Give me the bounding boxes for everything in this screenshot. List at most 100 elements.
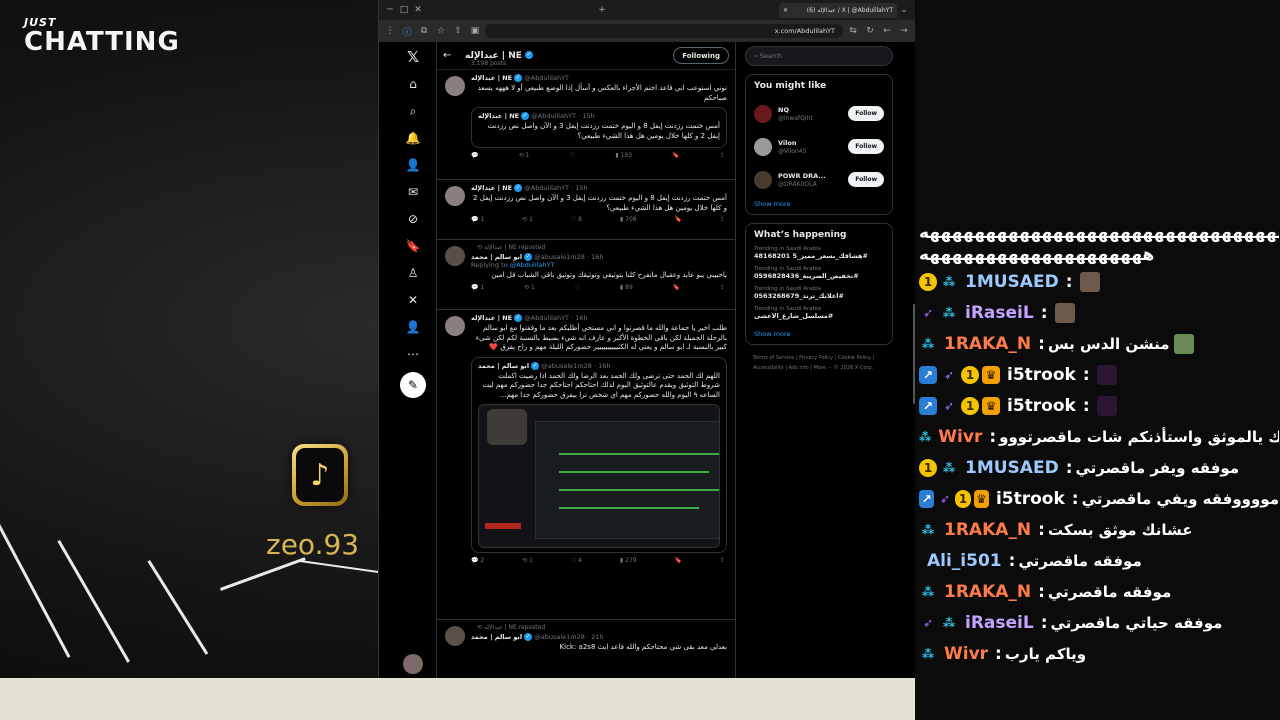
views-icon[interactable]: ▮ 89 xyxy=(620,284,633,291)
new-tab-icon[interactable]: + xyxy=(595,5,609,15)
reply-icon[interactable]: 💬 1 xyxy=(471,216,484,223)
reply-icon[interactable]: 💬 2 xyxy=(471,557,484,564)
chat-username[interactable]: i5trook xyxy=(1007,365,1076,385)
share-icon[interactable]: ⇪ xyxy=(451,26,465,36)
like-icon[interactable]: ♡ 4 xyxy=(571,557,582,564)
follow-button[interactable]: Follow xyxy=(848,139,884,154)
post-button[interactable]: ✎ xyxy=(400,372,426,398)
tab-list-icon[interactable]: ⌄ xyxy=(897,5,911,15)
tweet-author[interactable]: ابو سالم | محمد xyxy=(471,633,522,641)
tabs-icon[interactable]: ⧉ xyxy=(417,26,431,36)
views-icon[interactable]: ▮ 193 xyxy=(615,152,632,159)
repost-icon[interactable]: ⟲ 1 xyxy=(522,557,533,564)
avatar[interactable] xyxy=(445,626,465,646)
url-field[interactable]: x.com/AbdulilahYT xyxy=(485,24,843,38)
trend-item[interactable]: Trending in Saudi Arabia #اعلانك_ترند_056… xyxy=(754,286,884,300)
more-icon[interactable]: ⋯ xyxy=(401,342,425,366)
avatar[interactable] xyxy=(754,170,772,189)
show-more-link[interactable]: Show more xyxy=(754,200,884,208)
bookmark-icon[interactable]: 🔖 xyxy=(672,152,679,159)
avatar[interactable] xyxy=(445,316,465,336)
chat-username[interactable]: 1RAKA_N xyxy=(944,334,1031,354)
suggestion-name[interactable]: POWR DRA... xyxy=(778,172,826,181)
follow-suggestion[interactable]: NQ @lnwafQiht Follow xyxy=(754,97,884,130)
premium-icon[interactable]: ✕ xyxy=(401,288,425,312)
tweet-author[interactable]: عبدالإله | NE xyxy=(471,184,512,192)
avatar[interactable] xyxy=(445,76,465,96)
like-icon[interactable]: ♡ xyxy=(575,284,580,291)
tweet[interactable]: عبدالإله | NE ✓ @AbdulilahYT · 16h طلب ا… xyxy=(437,310,735,620)
chat-username[interactable]: 1RAKA_N xyxy=(944,520,1031,540)
tweet-author[interactable]: عبدالإله | NE xyxy=(471,74,512,82)
messages-icon[interactable]: ✉ xyxy=(401,180,425,204)
home-icon[interactable]: ⌂ xyxy=(401,72,425,96)
chat-username[interactable]: i5trook xyxy=(996,489,1065,509)
follow-button[interactable]: Follow xyxy=(848,106,884,121)
chat-username[interactable]: iRaseiL xyxy=(965,613,1034,633)
share-icon[interactable]: ⇪ xyxy=(720,216,725,223)
tab-close-icon[interactable]: ✕ xyxy=(783,7,788,14)
views-icon[interactable]: ▮ 708 xyxy=(620,216,637,223)
repost-icon[interactable]: ⟲ 1 xyxy=(519,152,530,159)
chat-username[interactable]: Wivr xyxy=(938,427,982,447)
views-icon[interactable]: ▮ 279 xyxy=(620,557,637,564)
share-icon[interactable]: ⇪ xyxy=(720,152,725,159)
follow-button[interactable]: Follow xyxy=(848,172,884,187)
tweet[interactable]: عبدالإله | NE ✓ @AbdulilahYT · 15h أمس خ… xyxy=(437,180,735,240)
avatar[interactable] xyxy=(445,246,465,266)
reply-icon[interactable]: 💬 1 xyxy=(471,284,484,291)
chat-username[interactable]: iRaseiL xyxy=(965,303,1034,323)
trend-item[interactable]: Trending in Saudi Arabia #هشاقك_بسعر_مميز… xyxy=(754,246,884,260)
x-logo-icon[interactable]: 𝕏 xyxy=(401,45,425,69)
avatar[interactable] xyxy=(403,654,423,674)
chat-username[interactable]: 1RAKA_N xyxy=(944,582,1031,602)
suggestion-name[interactable]: Vilon xyxy=(778,139,806,148)
settings-icon[interactable]: ⇆ xyxy=(846,26,860,36)
suggestion-name[interactable]: NQ xyxy=(778,106,813,115)
quote-tweet[interactable]: عبدالإله | NE ✓ @AbdulilahYT · 15h أمس خ… xyxy=(471,107,727,148)
follow-suggestion[interactable]: Vilon @Vilon45 Follow xyxy=(754,130,884,163)
browser-tab[interactable]: ✕ عبدالإله (6) / X | @AbdulilahYT xyxy=(779,2,897,18)
tweet-author[interactable]: عبدالإله | NE xyxy=(471,314,512,322)
bookmark-icon[interactable]: 🔖 xyxy=(675,557,682,564)
trend-item[interactable]: Trending in Saudi Arabia #مسلسل_شارع_الاع… xyxy=(754,306,884,320)
like-icon[interactable]: ♡ 8 xyxy=(571,216,582,223)
footer-links[interactable]: Terms of Service | Privacy Policy | Cook… xyxy=(745,353,893,373)
share-icon[interactable]: ⇪ xyxy=(720,284,725,291)
trend-item[interactable]: Trending in Saudi Arabia #تخفيض_الضريبة_0… xyxy=(754,266,884,280)
like-icon[interactable]: ♡ xyxy=(570,152,575,159)
profile-icon[interactable]: 👤 xyxy=(401,315,425,339)
follow-icon[interactable]: 👤 xyxy=(401,153,425,177)
minimize-icon[interactable]: ─ xyxy=(383,5,397,15)
back-arrow-icon[interactable]: ← xyxy=(443,50,457,61)
follow-suggestion[interactable]: POWR DRA... @DRAK0OLA Follow xyxy=(754,163,884,196)
grok-icon[interactable]: ⊘ xyxy=(401,207,425,231)
chat-username[interactable]: i5trook xyxy=(1007,396,1076,416)
reply-to-link[interactable]: @AbdulilahYT xyxy=(510,261,555,269)
avatar[interactable] xyxy=(754,104,772,123)
menu-icon[interactable]: ⋮ xyxy=(383,26,397,36)
forward-icon[interactable]: → xyxy=(897,26,911,36)
bookmark-icon[interactable]: 🔖 xyxy=(673,284,680,291)
tweet-author[interactable]: ابو سالم | محمد xyxy=(471,253,522,261)
favorite-icon[interactable]: ☆ xyxy=(434,26,448,36)
bookmark-icon[interactable]: 🔖 xyxy=(675,216,682,223)
notifications-icon[interactable]: 🔔 xyxy=(401,126,425,150)
chat-username[interactable]: Wivr xyxy=(944,644,988,664)
jobs-icon[interactable]: ♙ xyxy=(401,261,425,285)
reload-icon[interactable]: ↻ xyxy=(863,26,877,36)
repost-icon[interactable]: ⟲ 1 xyxy=(524,284,535,291)
search-input[interactable]: ⌕ Search xyxy=(745,46,893,66)
close-icon[interactable]: ✕ xyxy=(411,5,425,15)
extensions-icon[interactable]: ▣ xyxy=(468,26,482,36)
media-screenshot[interactable] xyxy=(478,404,720,548)
avatar[interactable] xyxy=(445,186,465,206)
tweet[interactable]: عبدالإله | NE ✓ @AbdulilahYT توني استوعب… xyxy=(437,70,735,180)
maximize-icon[interactable]: □ xyxy=(397,5,411,15)
chat-username[interactable]: 1MUSAED xyxy=(965,272,1059,292)
tweet[interactable]: ⟲ عبدالإله | NE reposted ابو سالم | محمد… xyxy=(437,240,735,310)
share-icon[interactable]: ⇪ xyxy=(720,557,725,564)
info-icon[interactable]: ⓘ xyxy=(400,25,414,38)
avatar[interactable] xyxy=(754,137,772,156)
chat-username[interactable]: Ali_i501 xyxy=(927,551,1002,571)
